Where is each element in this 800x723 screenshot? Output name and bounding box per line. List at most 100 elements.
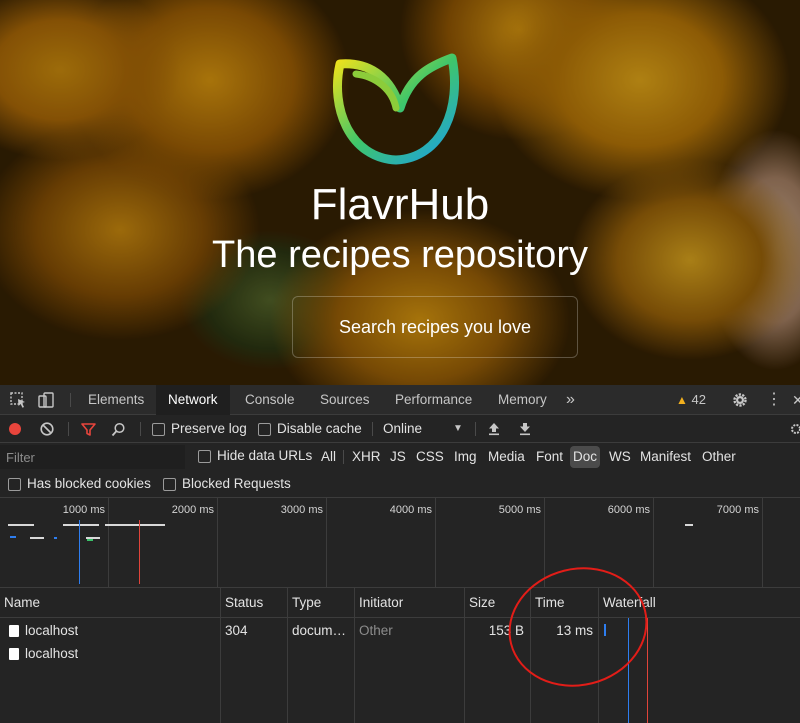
inspect-element-icon[interactable] — [9, 391, 27, 409]
filter-type-media[interactable]: Media — [485, 446, 528, 468]
hide-data-urls-checkbox[interactable] — [198, 450, 211, 463]
request-bar — [63, 524, 99, 526]
request-bar — [8, 524, 34, 526]
devtools-panel: Elements Network Console Sources Perform… — [0, 385, 800, 723]
requests-table: Name Status Type Initiator Size Time Wat… — [0, 588, 800, 723]
request-type: docum… — [292, 623, 347, 638]
request-bar — [105, 524, 165, 526]
document-icon — [9, 625, 19, 637]
record-icon[interactable] — [9, 423, 21, 435]
dom-content-loaded-marker — [79, 520, 80, 584]
table-row[interactable]: localhost 304 docum… Other 153 B 13 ms — [0, 619, 800, 642]
more-tabs-chevron-icon[interactable]: » — [566, 385, 575, 415]
throttling-select[interactable]: Online ▼ — [383, 420, 463, 438]
export-har-icon[interactable] — [518, 422, 532, 436]
column-header-waterfall[interactable]: Waterfall — [599, 588, 656, 618]
warning-triangle-icon: ▲ — [676, 393, 688, 407]
column-header-type[interactable]: Type — [288, 588, 321, 618]
filter-type-doc[interactable]: Doc — [570, 446, 601, 468]
settings-stub-icon[interactable] — [789, 422, 800, 436]
tab-console[interactable]: Console — [233, 385, 307, 415]
blocked-requests-label: Blocked Requests — [182, 476, 291, 491]
import-har-icon[interactable] — [487, 422, 501, 436]
filter-type-js[interactable]: JS — [387, 446, 409, 468]
device-toolbar-icon[interactable] — [37, 391, 55, 409]
warning-count: 42 — [691, 392, 706, 407]
preserve-log-checkbox[interactable] — [152, 423, 165, 436]
request-bar — [10, 536, 16, 538]
search-icon[interactable] — [111, 422, 126, 437]
clear-icon[interactable] — [40, 422, 54, 436]
tick-label: 7000 ms — [716, 504, 759, 516]
blocked-filter-bar: Has blocked cookies Blocked Requests — [0, 471, 800, 498]
column-header-status[interactable]: Status — [221, 588, 263, 618]
filter-type-xhr[interactable]: XHR — [349, 446, 384, 468]
has-blocked-cookies-label: Has blocked cookies — [27, 476, 151, 491]
filter-type-ws[interactable]: WS — [606, 446, 634, 468]
gear-icon[interactable] — [731, 391, 749, 409]
filter-input[interactable] — [0, 445, 185, 469]
waterfall-dom-content-loaded-line — [628, 618, 629, 723]
waterfall-bar — [604, 624, 606, 636]
tick-label: 5000 ms — [498, 504, 541, 516]
tick-label: 2000 ms — [171, 504, 214, 516]
tick-label: 4000 ms — [389, 504, 432, 516]
filter-funnel-icon[interactable] — [81, 422, 96, 437]
brand-name: FlavrHub — [310, 180, 490, 229]
filter-bar: Hide data URLs All XHR JS CSS Img Media … — [0, 443, 800, 471]
request-initiator: Other — [359, 623, 393, 638]
request-status: 304 — [225, 623, 248, 638]
tab-network[interactable]: Network — [156, 385, 230, 415]
request-bar — [87, 539, 93, 541]
request-time: 13 ms — [556, 623, 593, 638]
divider — [140, 422, 141, 436]
blocked-requests-checkbox[interactable] — [163, 478, 176, 491]
column-header-name[interactable]: Name — [0, 588, 40, 618]
table-row[interactable]: localhost — [0, 642, 800, 665]
column-header-initiator[interactable]: Initiator — [355, 588, 403, 618]
request-bar — [54, 537, 57, 539]
filter-type-all[interactable]: All — [318, 446, 339, 468]
divider — [343, 450, 344, 464]
network-overview-timeline[interactable]: 1000 ms 2000 ms 3000 ms 4000 ms 5000 ms … — [0, 498, 800, 588]
load-event-marker — [139, 520, 140, 584]
tab-elements[interactable]: Elements — [76, 385, 156, 415]
gridline — [108, 498, 109, 588]
disable-cache-checkbox[interactable] — [258, 423, 271, 436]
column-header-time[interactable]: Time — [531, 588, 565, 618]
divider — [70, 393, 71, 407]
filter-type-manifest[interactable]: Manifest — [637, 446, 694, 468]
tagline: The recipes repository — [212, 234, 588, 276]
network-toolbar: Preserve log Disable cache Online ▼ — [0, 415, 800, 443]
table-header: Name Status Type Initiator Size Time Wat… — [0, 588, 800, 618]
warnings-counter[interactable]: ▲ 42 — [676, 385, 706, 415]
tab-memory[interactable]: Memory — [486, 385, 559, 415]
close-icon[interactable]: ✕ — [792, 385, 800, 415]
recipe-search-input[interactable] — [292, 296, 578, 358]
filter-type-img[interactable]: Img — [451, 446, 480, 468]
filter-type-font[interactable]: Font — [533, 446, 566, 468]
request-bar — [685, 524, 693, 526]
tab-sources[interactable]: Sources — [308, 385, 382, 415]
kebab-menu-icon[interactable]: ⋮ — [766, 385, 782, 415]
has-blocked-cookies-checkbox[interactable] — [8, 478, 21, 491]
disable-cache-label: Disable cache — [277, 421, 362, 436]
request-name: localhost — [25, 646, 79, 661]
dropdown-caret-icon: ▼ — [453, 423, 463, 434]
filter-type-other[interactable]: Other — [699, 446, 739, 468]
tab-performance[interactable]: Performance — [383, 385, 484, 415]
filter-type-css[interactable]: CSS — [413, 446, 447, 468]
hero-banner: FlavrHub The recipes repository — [0, 0, 800, 385]
request-bar — [30, 537, 44, 539]
gridline — [217, 498, 218, 588]
flavrhub-leaf-logo-icon — [333, 53, 459, 165]
column-header-size[interactable]: Size — [465, 588, 495, 618]
gridline — [653, 498, 654, 588]
divider — [372, 422, 373, 436]
gridline — [544, 498, 545, 588]
gridline — [435, 498, 436, 588]
waterfall-load-line — [647, 618, 648, 723]
tick-label: 1000 ms — [62, 504, 105, 516]
request-size: 153 B — [488, 623, 524, 638]
preserve-log-label: Preserve log — [171, 421, 247, 436]
